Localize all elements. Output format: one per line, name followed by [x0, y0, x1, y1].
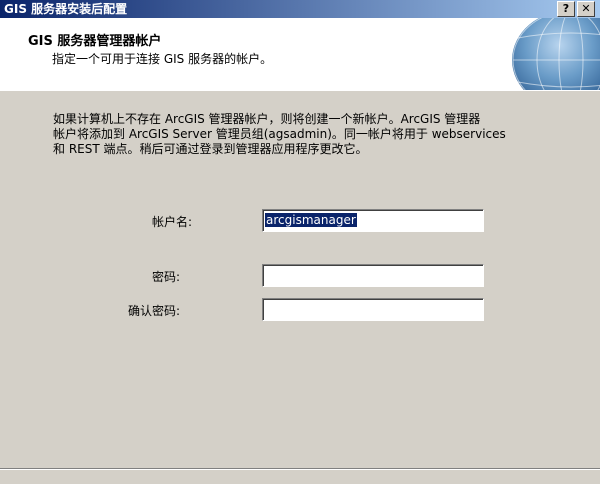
- password-input[interactable]: [262, 264, 484, 287]
- close-button[interactable]: ✕: [577, 1, 595, 17]
- header-subtitle: 指定一个可用于连接 GIS 服务器的帐户。: [52, 52, 273, 66]
- header-title: GIS 服务器管理器帐户: [28, 34, 162, 49]
- confirm-password-label: 确认密码:: [128, 304, 181, 318]
- description-line: 帐户将添加到 ArcGIS Server 管理员组(agsadmin)。同一帐户…: [53, 127, 506, 141]
- bottom-divider-highlight: [0, 469, 600, 470]
- description-line: 和 REST 端点。稍后可通过登录到管理器应用程序更改它。: [53, 142, 368, 156]
- account-name-label: 帐户名:: [152, 215, 193, 229]
- account-name-input[interactable]: arcgismanager: [262, 209, 484, 232]
- globe-icon: [512, 18, 600, 90]
- title-bar: GIS 服务器安装后配置 ? ✕: [0, 0, 600, 18]
- help-button[interactable]: ?: [557, 1, 575, 17]
- confirm-password-input[interactable]: [262, 298, 484, 321]
- wizard-header: GIS 服务器管理器帐户 指定一个可用于连接 GIS 服务器的帐户。: [0, 18, 600, 91]
- description-text: 如果计算机上不存在 ArcGIS 管理器帐户，则将创建一个新帐户。ArcGIS …: [53, 112, 593, 157]
- window-title: GIS 服务器安装后配置: [4, 2, 128, 16]
- account-name-value: arcgismanager: [265, 213, 357, 227]
- password-label: 密码:: [152, 270, 181, 284]
- header-separator: [0, 90, 600, 91]
- description-line: 如果计算机上不存在 ArcGIS 管理器帐户，则将创建一个新帐户。ArcGIS …: [53, 112, 481, 126]
